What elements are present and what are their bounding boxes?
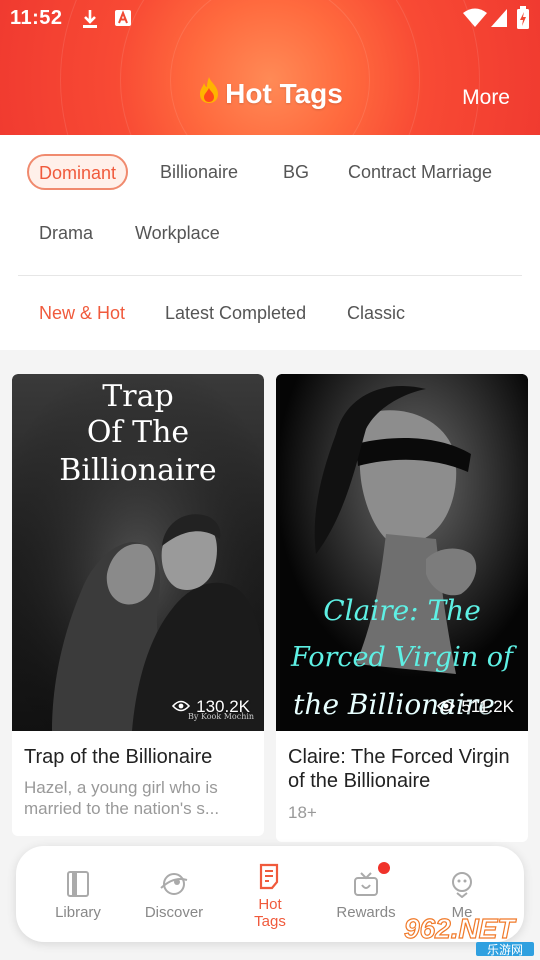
tag-panel: Dominant Billionaire BG Contract Marriag… (0, 135, 540, 350)
view-count: 130.2K (172, 697, 250, 717)
download-icon (80, 8, 100, 35)
subtab-classic[interactable]: Classic (347, 303, 405, 324)
eye-icon (172, 697, 191, 717)
avatar-icon (449, 870, 475, 902)
book-icon (65, 870, 91, 902)
tag-workplace[interactable]: Workplace (135, 216, 220, 252)
tag-billionaire[interactable]: Billionaire (160, 155, 238, 191)
cover-image: Trap Of The Billionaire By Kook Mochin (12, 374, 264, 731)
fire-icon (197, 76, 221, 111)
book-title[interactable]: Trap of the Billionaire (12, 731, 264, 769)
book-description: Hazel, a young girl who is married to th… (24, 778, 220, 818)
eye-icon (437, 697, 456, 717)
planet-icon (159, 870, 189, 902)
nav-hot-tags[interactable]: Hot Tags (222, 846, 318, 942)
book-card[interactable]: Trap Of The Billionaire By Kook Mochin 1… (12, 374, 264, 836)
tag-dominant[interactable]: Dominant (27, 154, 129, 190)
tag-contract-marriage[interactable]: Contract Marriage (348, 155, 492, 191)
watermark-logo: 962.NET 乐游网 (402, 910, 538, 957)
cover-title-line: Claire: The (323, 594, 481, 627)
nav-label: Library (55, 904, 101, 921)
page-title: Hot Tags (197, 76, 343, 111)
notification-badge (378, 862, 390, 874)
cover-title-line: Trap (102, 379, 173, 414)
nav-rewards[interactable]: Rewards (318, 846, 414, 942)
cover-title-line: Billionaire (59, 453, 216, 488)
cover-title-line: Of The (87, 415, 189, 450)
more-button[interactable]: More (462, 86, 510, 110)
divider (18, 275, 522, 276)
book-card[interactable]: Claire: The Forced Virgin of the Billion… (276, 374, 528, 842)
watermark-text: 962.NET (404, 913, 517, 944)
book-cover[interactable]: Claire: The Forced Virgin of the Billion… (276, 374, 528, 731)
nav-label: Discover (144, 904, 204, 921)
nav-library[interactable]: Library (30, 846, 126, 942)
battery-icon (516, 6, 530, 35)
page-title-text: Hot Tags (225, 77, 343, 109)
gift-tv-icon (352, 870, 380, 902)
book-cover[interactable]: Trap Of The Billionaire By Kook Mochin 1… (12, 374, 264, 731)
signal-icon (490, 8, 508, 33)
nav-label: Rewards (336, 904, 396, 921)
app-notification-icon (114, 9, 132, 32)
subtab-new-hot[interactable]: New & Hot (39, 303, 125, 324)
status-time: 11:52 (10, 7, 63, 29)
age-rating: 18+ (288, 803, 317, 822)
tag-bg[interactable]: BG (283, 155, 309, 191)
tag-document-icon (257, 862, 283, 894)
wifi-icon (462, 8, 488, 33)
nav-label: Hot Tags (254, 896, 286, 930)
subtab-latest-completed[interactable]: Latest Completed (165, 303, 306, 324)
view-count-value: 511.2K (461, 697, 514, 716)
nav-discover[interactable]: Discover (126, 846, 222, 942)
view-count-value: 130.2K (196, 697, 250, 716)
cover-image: Claire: The Forced Virgin of the Billion… (276, 374, 528, 731)
book-title[interactable]: Claire: The Forced Virgin of the Billion… (276, 731, 528, 793)
header: 11:52 Hot Tags More (0, 0, 540, 135)
status-bar: 11:52 (0, 0, 540, 38)
tag-drama[interactable]: Drama (39, 216, 93, 252)
watermark-subtext: 乐游网 (487, 943, 523, 956)
view-count: 511.2K (437, 697, 514, 717)
cover-title-line: Forced Virgin of (290, 642, 517, 673)
